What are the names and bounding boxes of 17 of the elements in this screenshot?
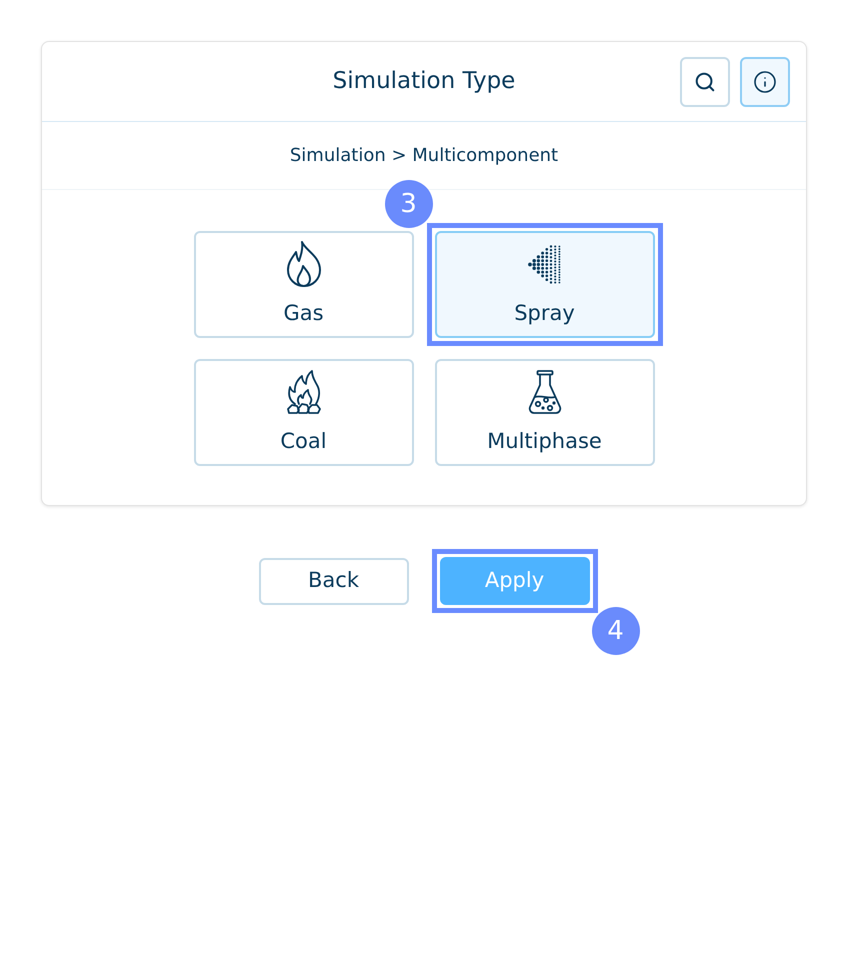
dialog-title: Simulation Type	[332, 70, 516, 93]
back-button[interactable]: Back	[258, 558, 408, 604]
option-tile[interactable]: Spray	[434, 231, 654, 338]
info-icon	[753, 70, 777, 94]
flame-icon	[286, 241, 322, 287]
flask-icon	[526, 370, 562, 414]
step-badge: 3	[384, 180, 432, 228]
search-icon	[694, 70, 716, 92]
search-button[interactable]	[680, 56, 730, 106]
option-tile[interactable]: Gas	[194, 231, 414, 338]
fire-on-rocks-icon	[286, 370, 322, 414]
option-tile[interactable]: Coal	[194, 359, 414, 466]
spray-dots-icon	[528, 244, 562, 284]
info-button[interactable]	[740, 56, 790, 106]
breadcrumb: Simulation > Multicomponent	[290, 144, 558, 168]
step-badge: 4	[592, 607, 640, 655]
option-tile[interactable]: Multiphase	[434, 359, 654, 466]
